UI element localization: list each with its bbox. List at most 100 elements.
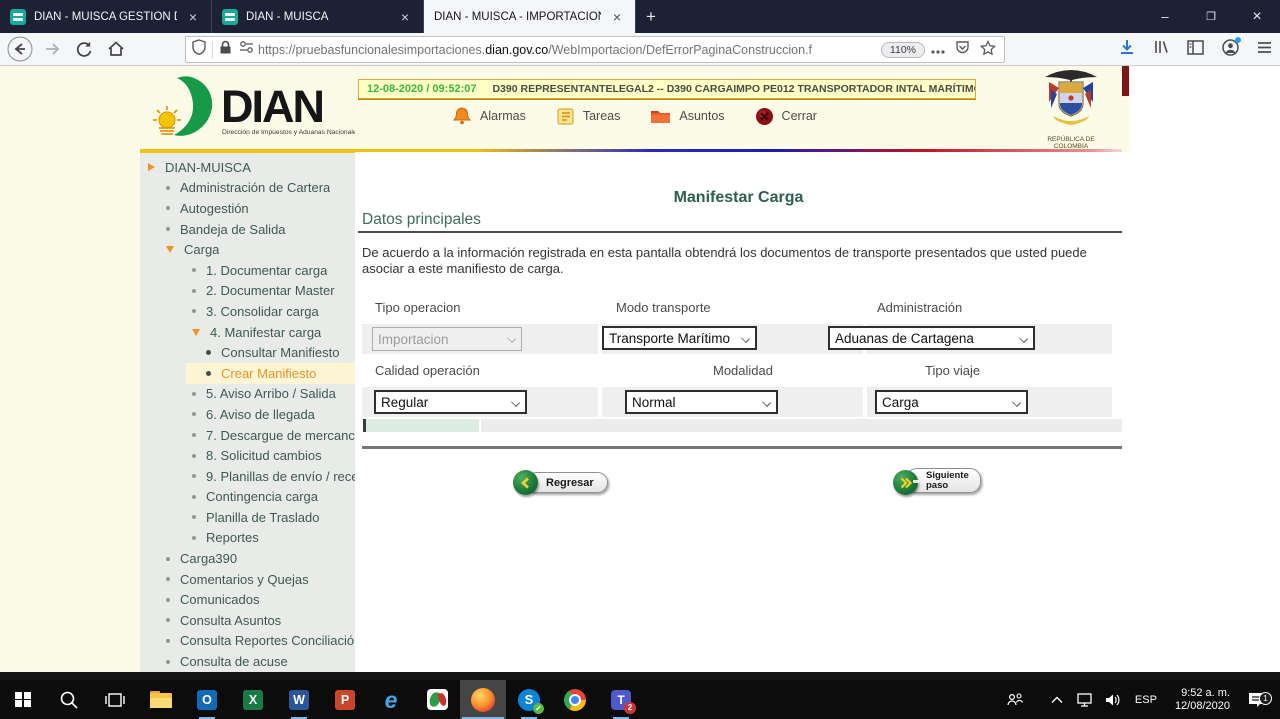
chevron-down-icon bbox=[507, 334, 516, 343]
tab-close-icon[interactable]: × bbox=[609, 9, 625, 25]
powerpoint-button[interactable]: P bbox=[322, 680, 368, 719]
tray-chevron-up-icon[interactable] bbox=[1043, 696, 1071, 704]
tracking-shield-icon[interactable] bbox=[192, 39, 206, 60]
sidebar-item-dian-muisca[interactable]: DIAN-MUISCA bbox=[140, 157, 355, 178]
swoosh-icon bbox=[174, 76, 212, 136]
bullet-icon bbox=[166, 639, 170, 643]
sidebar-item-carga[interactable]: Carga bbox=[140, 239, 355, 260]
window-minimize-button[interactable] bbox=[1142, 0, 1188, 33]
people-icon[interactable] bbox=[1001, 693, 1029, 707]
sidebar-item-documentar-carga[interactable]: 1. Documentar carga bbox=[140, 260, 355, 281]
sidebar-item-documentar-master[interactable]: 2. Documentar Master bbox=[140, 281, 355, 302]
sidebar-item-consulta-asuntos[interactable]: Consulta Asuntos bbox=[140, 610, 355, 631]
file-explorer-button[interactable] bbox=[138, 680, 184, 719]
bullet-icon bbox=[166, 618, 170, 622]
word-button[interactable]: W bbox=[276, 680, 322, 719]
powerpoint-icon: P bbox=[335, 690, 355, 710]
window-close-button[interactable] bbox=[1234, 0, 1280, 33]
network-icon[interactable] bbox=[1071, 693, 1099, 707]
modalidad-select[interactable]: Normal bbox=[625, 390, 778, 414]
forward-button[interactable] bbox=[36, 34, 68, 64]
sidebar-item-comentarios-quejas[interactable]: Comentarios y Quejas bbox=[140, 569, 355, 590]
notification-badge: 1 bbox=[1259, 692, 1272, 705]
browser-tab-3-active[interactable]: DIAN - MUISCA - IMPORTACION × bbox=[424, 0, 636, 33]
sidebar-item-comunicados[interactable]: Comunicados bbox=[140, 589, 355, 610]
sidebar-item-descargue-mercancias[interactable]: 7. Descargue de mercancías bbox=[140, 425, 355, 446]
excel-icon: X bbox=[243, 690, 263, 710]
back-button[interactable] bbox=[4, 34, 36, 64]
teams-button[interactable]: T2 bbox=[598, 680, 644, 719]
chevron-down-icon bbox=[762, 398, 771, 407]
sidebar-item-solicitud-cambios[interactable]: 8. Solicitud cambios bbox=[140, 445, 355, 466]
taskbar-search-button[interactable] bbox=[46, 680, 92, 719]
address-bar[interactable]: https://pruebasfuncionalesimportaciones.… bbox=[185, 36, 1005, 63]
browser-tab-2[interactable]: DIAN - MUISCA × bbox=[212, 0, 424, 33]
folder-icon bbox=[650, 107, 671, 125]
chevron-down-icon bbox=[1019, 334, 1028, 343]
sidebar-item-consultar-manifiesto[interactable]: Consultar Manifiesto bbox=[140, 342, 355, 363]
pocket-icon[interactable] bbox=[955, 40, 970, 60]
administracion-select[interactable]: Aduanas de Cartagena bbox=[828, 326, 1035, 350]
sidebar-item-administracion-cartera[interactable]: Administración de Cartera bbox=[140, 178, 355, 199]
dian-logo[interactable]: DIAN Dirección de Impuestos y Aduanas Na… bbox=[145, 76, 355, 142]
window-restore-button[interactable] bbox=[1188, 0, 1234, 33]
start-button[interactable] bbox=[0, 680, 46, 719]
menu-hamburger-icon[interactable] bbox=[1257, 41, 1272, 59]
sidebar-item-aviso-arribo[interactable]: 5. Aviso Arribo / Salida bbox=[140, 384, 355, 405]
sidebar-item-contingencia-carga[interactable]: Contingencia carga bbox=[140, 487, 355, 508]
reload-button[interactable] bbox=[68, 34, 100, 64]
bookmark-star-icon[interactable] bbox=[980, 40, 996, 60]
bullet-icon bbox=[166, 577, 170, 581]
sidebar-item-reportes[interactable]: Reportes bbox=[140, 528, 355, 549]
sidebar-item-crear-manifiesto-active[interactable]: Crear Manifiesto bbox=[186, 363, 355, 384]
home-button[interactable] bbox=[100, 34, 132, 64]
cerrar-button[interactable]: Cerrar bbox=[755, 107, 817, 126]
firefox-button-active[interactable] bbox=[460, 680, 506, 719]
firefox-account-icon[interactable] bbox=[1222, 39, 1239, 61]
alarmas-button[interactable]: Alarmas bbox=[452, 106, 526, 126]
tab-close-icon[interactable]: × bbox=[185, 9, 201, 25]
permissions-icon[interactable] bbox=[239, 40, 254, 59]
main-content: Manifestar Carga Datos principales De ac… bbox=[355, 152, 1280, 672]
color-app-button[interactable] bbox=[414, 680, 460, 719]
skype-button[interactable]: S✓ bbox=[506, 680, 552, 719]
page-title: Manifestar Carga bbox=[355, 189, 1122, 207]
lock-icon[interactable] bbox=[219, 40, 232, 60]
sidebar-item-autogestion[interactable]: Autogestión bbox=[140, 198, 355, 219]
tareas-button[interactable]: Tareas bbox=[556, 107, 621, 126]
tab-close-icon[interactable]: × bbox=[397, 9, 413, 25]
sidebar-item-aviso-llegada[interactable]: 6. Aviso de llegada bbox=[140, 404, 355, 425]
sidebar-item-carga390[interactable]: Carga390 bbox=[140, 548, 355, 569]
sidebar-item-planilla-traslado[interactable]: Planilla de Traslado bbox=[140, 507, 355, 528]
clock[interactable]: 9:52 a. m. 12/08/2020 bbox=[1175, 687, 1230, 713]
sidebar-item-consulta-reportes[interactable]: Consulta Reportes Conciliación bbox=[140, 631, 355, 652]
page-actions-icon[interactable] bbox=[931, 41, 945, 59]
chrome-icon bbox=[564, 689, 586, 711]
chrome-button[interactable] bbox=[552, 680, 598, 719]
internet-explorer-button[interactable]: e bbox=[368, 680, 414, 719]
sidebar-item-manifestar-carga[interactable]: 4. Manifestar carga bbox=[140, 322, 355, 343]
bullet-icon bbox=[166, 660, 170, 664]
modo-transporte-select[interactable]: Transporte Marítimo bbox=[602, 326, 757, 350]
new-tab-button[interactable] bbox=[636, 0, 666, 33]
downloads-icon[interactable] bbox=[1119, 39, 1135, 60]
sidebar-item-planillas-envio[interactable]: 9. Planillas de envío / recepc bbox=[140, 466, 355, 487]
excel-button[interactable]: X bbox=[230, 680, 276, 719]
outlook-button[interactable]: O bbox=[184, 680, 230, 719]
library-icon[interactable] bbox=[1153, 39, 1169, 60]
browser-tab-1[interactable]: DIAN - MUISCA GESTION DE E × bbox=[0, 0, 212, 33]
progress-strip-track bbox=[481, 419, 1122, 432]
asuntos-button[interactable]: Asuntos bbox=[650, 107, 724, 125]
action-center-button[interactable]: 1 bbox=[1240, 691, 1274, 709]
zoom-level-badge[interactable]: 110% bbox=[881, 42, 925, 58]
speaker-icon[interactable] bbox=[1099, 693, 1127, 707]
sidebar-toggle-icon[interactable] bbox=[1187, 40, 1204, 60]
tipo-viaje-select[interactable]: Carga bbox=[875, 390, 1028, 414]
sidebar-item-bandeja-salida[interactable]: Bandeja de Salida bbox=[140, 219, 355, 240]
calidad-operacion-select[interactable]: Regular bbox=[374, 390, 527, 414]
task-view-button[interactable] bbox=[92, 680, 138, 719]
chevron-down-icon bbox=[511, 398, 520, 407]
language-indicator[interactable]: ESP bbox=[1135, 694, 1157, 706]
sidebar-item-consulta-acuse[interactable]: Consulta de acuse bbox=[140, 651, 355, 672]
sidebar-item-consolidar-carga[interactable]: 3. Consolidar carga bbox=[140, 301, 355, 322]
